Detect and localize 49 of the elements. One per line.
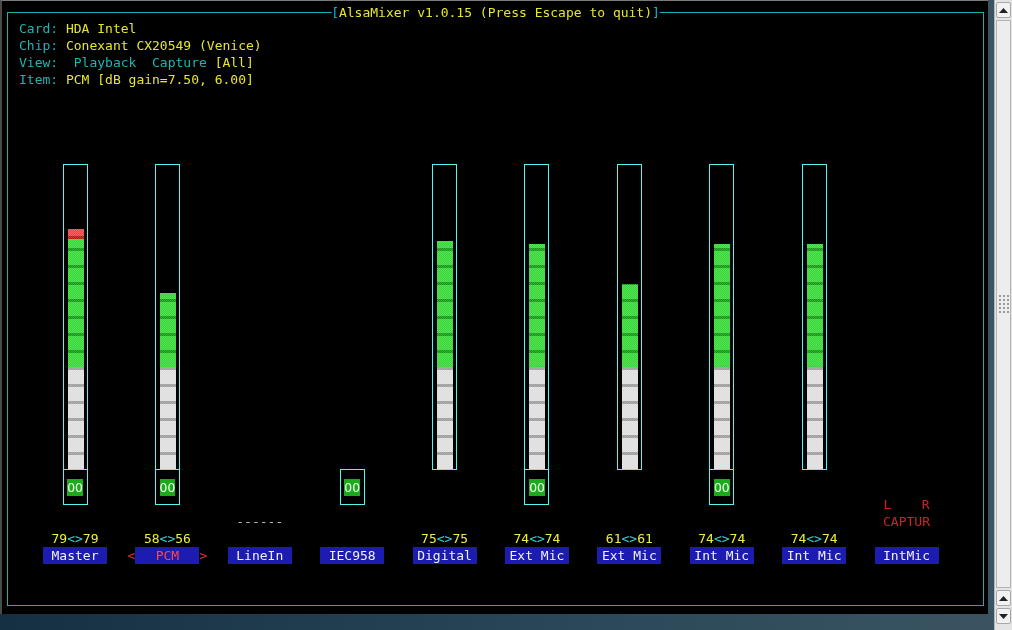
volume-reading: 79<>79 [51, 530, 99, 547]
selection-marker: < [127, 547, 136, 564]
info-value: Conexant CX20549 (Venice) [65, 37, 262, 54]
volume-slider-track[interactable] [154, 164, 180, 470]
scrollbar-thumb[interactable] [996, 20, 1011, 588]
down-arrow-icon [999, 613, 1008, 619]
window-title: [AlsaMixer v1.0.15 (Press Escape to quit)] [331, 4, 660, 21]
scrollbar-track[interactable] [994, 0, 1012, 630]
left-channel-label: L [883, 496, 892, 513]
channel-label[interactable]: LineIn [227, 547, 292, 564]
selection-marker: > [199, 547, 208, 564]
volume-slider-track[interactable] [432, 164, 458, 470]
volume-reading: 75<>75 [421, 530, 469, 547]
channel-label[interactable]: Digital [412, 547, 477, 564]
volume-reading: 74<>74 [790, 530, 838, 547]
volume-reading: 74<>74 [698, 530, 746, 547]
volume-slider-track[interactable] [62, 164, 88, 470]
info-value: HDA Intel [65, 20, 137, 37]
info-label: Chip: [19, 37, 59, 54]
info-label: Item: [19, 71, 59, 88]
channel-label[interactable]: IEC958 [320, 547, 385, 564]
info-value: PCM [dB gain=7.50, 6.00] [65, 71, 254, 88]
channel-label[interactable]: Ext Mic [597, 547, 662, 564]
channel-label[interactable]: Int Mic [782, 547, 847, 564]
volume-reading: 61<>61 [605, 530, 653, 547]
scroll-down-button[interactable] [996, 608, 1011, 624]
volume-slider-track[interactable] [709, 164, 735, 470]
channel-label[interactable]: Master [43, 547, 107, 564]
channel-label[interactable]: Int Mic [689, 547, 754, 564]
info-label: Card: [19, 20, 59, 37]
capture-label: CAPTUR [883, 513, 930, 530]
up-arrow-icon [999, 595, 1008, 601]
scroll-up-button[interactable] [996, 590, 1011, 606]
view-tab[interactable]: Capture [144, 54, 215, 71]
volume-reading: 74<>74 [513, 530, 561, 547]
view-tab[interactable]: [All] [214, 54, 254, 71]
volume-reading: 58<>56 [143, 530, 191, 547]
scroll-up-button[interactable] [996, 2, 1011, 18]
right-channel-label: R [921, 496, 930, 513]
no-volume-dashes: ------ [236, 513, 284, 530]
volume-slider-track[interactable] [524, 164, 550, 470]
view-label: View: [19, 54, 59, 71]
up-arrow-icon [999, 7, 1008, 13]
channel-label[interactable]: Ext Mic [504, 547, 569, 564]
volume-slider-track[interactable] [801, 164, 827, 470]
volume-slider-track[interactable] [616, 164, 642, 470]
view-tab[interactable]: Playback [65, 54, 145, 71]
channel-label[interactable]: IntMic [874, 547, 939, 564]
grip-icon [998, 295, 1009, 313]
